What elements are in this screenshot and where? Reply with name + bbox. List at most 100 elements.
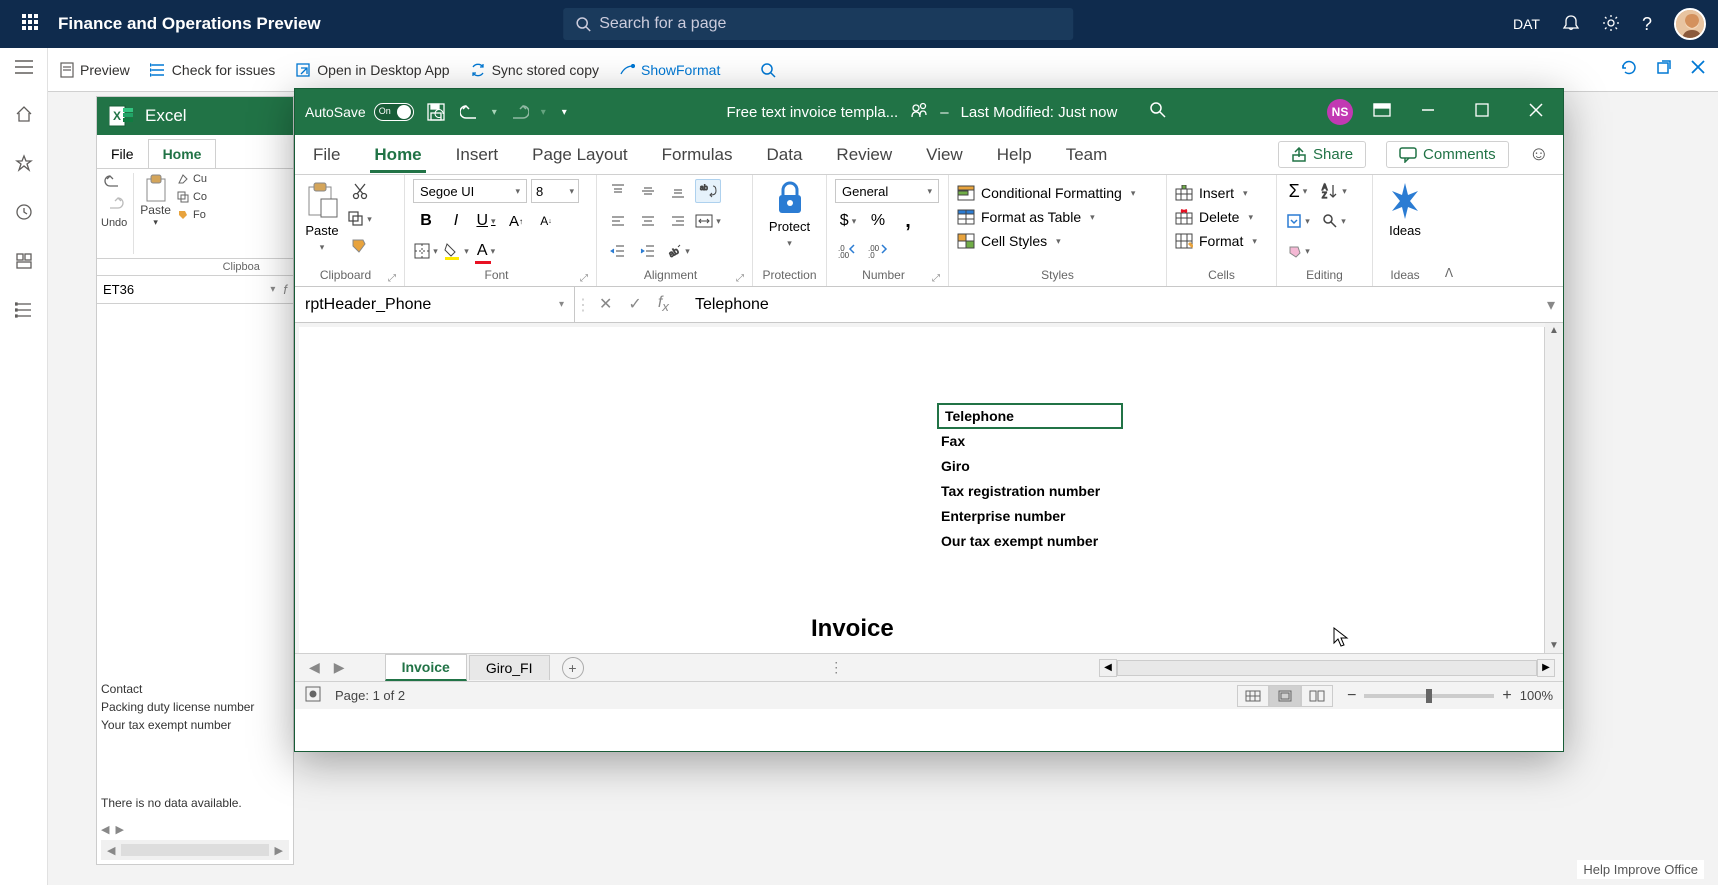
autosave-toggle[interactable]: AutoSave On	[305, 103, 414, 121]
merge-center-icon[interactable]	[695, 209, 721, 233]
sheet-tab-giro-fi[interactable]: Giro_FI	[469, 655, 550, 680]
name-box[interactable]: rptHeader_Phone ▾	[295, 287, 575, 322]
app-launcher-icon[interactable]	[12, 14, 48, 35]
titlebar-search-icon[interactable]	[1149, 101, 1167, 123]
page-break-view-icon[interactable]	[1301, 685, 1333, 707]
tab-insert[interactable]: Insert	[452, 137, 503, 173]
close-window-icon[interactable]	[1519, 103, 1553, 122]
page-layout-view-icon[interactable]	[1269, 685, 1301, 707]
scroll-up-icon[interactable]: ▲	[1549, 325, 1559, 336]
sync-button[interactable]: Sync stored copy	[470, 62, 599, 78]
format-as-table-button[interactable]: Format as Table	[957, 207, 1095, 227]
font-launcher-icon[interactable]: ⤢	[580, 273, 588, 284]
zoom-in-icon[interactable]: +	[1502, 687, 1511, 705]
decrease-decimal-icon[interactable]: .00.0	[865, 239, 891, 263]
share-indicator-icon[interactable]	[910, 101, 928, 123]
increase-font-icon[interactable]: A↑	[503, 209, 529, 233]
cell-tax-reg[interactable]: Tax registration number	[941, 483, 1100, 499]
format-cells-button[interactable]: Format	[1175, 231, 1257, 251]
open-desktop-button[interactable]: Open in Desktop App	[295, 62, 449, 78]
font-color-icon[interactable]: A	[473, 239, 499, 263]
clear-icon[interactable]	[1285, 239, 1311, 263]
enter-formula-icon[interactable]: ✓	[628, 294, 641, 314]
popout-icon[interactable]	[1656, 59, 1672, 80]
add-sheet-icon[interactable]: +	[562, 657, 584, 679]
rail-hamburger-icon[interactable]	[15, 60, 33, 79]
fill-icon[interactable]	[1285, 209, 1311, 233]
fx-icon[interactable]: fx	[658, 294, 669, 314]
global-search[interactable]: Search for a page	[563, 8, 1073, 40]
cell-styles-button[interactable]: Cell Styles	[957, 231, 1061, 251]
align-middle-icon[interactable]	[635, 179, 661, 203]
check-issues-button[interactable]: Check for issues	[150, 62, 275, 78]
save-icon[interactable]	[424, 102, 448, 122]
share-button[interactable]: Share	[1278, 141, 1366, 168]
delete-cells-button[interactable]: Delete	[1175, 207, 1253, 227]
maximize-icon[interactable]	[1465, 103, 1499, 122]
copy-icon[interactable]	[347, 207, 373, 231]
tab-file[interactable]: File	[309, 137, 344, 173]
bg-name-box[interactable]: ET36 ▾ f	[97, 276, 293, 304]
tab-home[interactable]: Home	[370, 137, 425, 173]
sheet-menu-icon[interactable]: ⋮	[829, 659, 843, 676]
align-bottom-icon[interactable]	[665, 179, 691, 203]
comma-icon[interactable]: ,	[895, 209, 921, 233]
undo-icon[interactable]	[458, 103, 482, 121]
hscroll-right-icon[interactable]: ▶	[1537, 659, 1555, 677]
bg-tab-file[interactable]: File	[97, 140, 148, 168]
hscroll-left-icon[interactable]: ◀	[1099, 659, 1117, 677]
ideas-button[interactable]: Ideas	[1387, 179, 1423, 240]
paste-button[interactable]: Paste ▾	[303, 179, 341, 255]
currency-icon[interactable]: $	[835, 209, 861, 233]
company-badge[interactable]: DAT	[1513, 16, 1540, 32]
tab-page-layout[interactable]: Page Layout	[528, 137, 631, 173]
collapse-ribbon-icon[interactable]: ᐱ	[1445, 266, 1453, 280]
workspaces-icon[interactable]	[15, 252, 33, 275]
font-size-dropdown[interactable]: 8▾	[531, 179, 579, 203]
modules-icon[interactable]	[15, 301, 33, 324]
number-format-dropdown[interactable]: General▾	[835, 179, 939, 203]
sheet-canvas[interactable]: Telephone Fax Giro Tax registration numb…	[299, 327, 1545, 653]
increase-indent-icon[interactable]	[635, 239, 661, 263]
help-improve-link[interactable]: Help Improve Office	[1577, 860, 1704, 879]
format-painter-icon[interactable]	[347, 235, 373, 259]
cell-fax[interactable]: Fax	[941, 433, 965, 449]
favorites-icon[interactable]	[15, 154, 33, 177]
minimize-icon[interactable]	[1411, 103, 1445, 122]
notifications-icon[interactable]	[1562, 14, 1580, 35]
decrease-font-icon[interactable]: A↓	[533, 209, 559, 233]
sheet-nav-next-icon[interactable]: ▶	[328, 659, 351, 676]
user-avatar[interactable]	[1674, 8, 1706, 40]
formula-input[interactable]: Telephone	[683, 296, 1539, 314]
horizontal-scrollbar[interactable]: ◀ ▶	[1099, 659, 1555, 677]
increase-decimal-icon[interactable]: .0.00	[835, 239, 861, 263]
help-icon[interactable]: ?	[1642, 14, 1652, 35]
selected-cell[interactable]: Telephone	[937, 403, 1123, 429]
clipboard-launcher-icon[interactable]: ⤢	[388, 273, 396, 284]
find-select-icon[interactable]	[1321, 209, 1347, 233]
comments-button[interactable]: Comments	[1386, 141, 1509, 168]
number-launcher-icon[interactable]: ⤢	[932, 273, 940, 284]
zoom-out-icon[interactable]: −	[1347, 687, 1356, 705]
autosave-switch[interactable]: On	[374, 103, 414, 121]
close-icon[interactable]	[1690, 59, 1706, 80]
wrap-text-icon[interactable]: ab	[695, 179, 721, 203]
spreadsheet-area[interactable]: Telephone Fax Giro Tax registration numb…	[295, 323, 1563, 653]
settings-icon[interactable]	[1602, 14, 1620, 35]
bg-tab-home[interactable]: Home	[148, 139, 217, 168]
redo-dropdown[interactable]: ▾	[541, 107, 546, 118]
home-icon[interactable]	[15, 105, 33, 128]
search-small-icon[interactable]	[760, 62, 776, 78]
sheet-tab-invoice[interactable]: Invoice	[385, 654, 467, 681]
orientation-icon[interactable]: ab	[665, 239, 691, 263]
ribbon-display-icon[interactable]	[1373, 103, 1391, 122]
insert-cells-button[interactable]: Insert	[1175, 183, 1248, 203]
user-badge[interactable]: NS	[1327, 99, 1353, 125]
font-name-dropdown[interactable]: Segoe UI▾	[413, 179, 527, 203]
cut-icon[interactable]	[347, 179, 373, 203]
italic-icon[interactable]: I	[443, 209, 469, 233]
cell-giro[interactable]: Giro	[941, 458, 970, 474]
bold-icon[interactable]: B	[413, 209, 439, 233]
tab-data[interactable]: Data	[763, 137, 807, 173]
align-left-icon[interactable]	[605, 209, 631, 233]
